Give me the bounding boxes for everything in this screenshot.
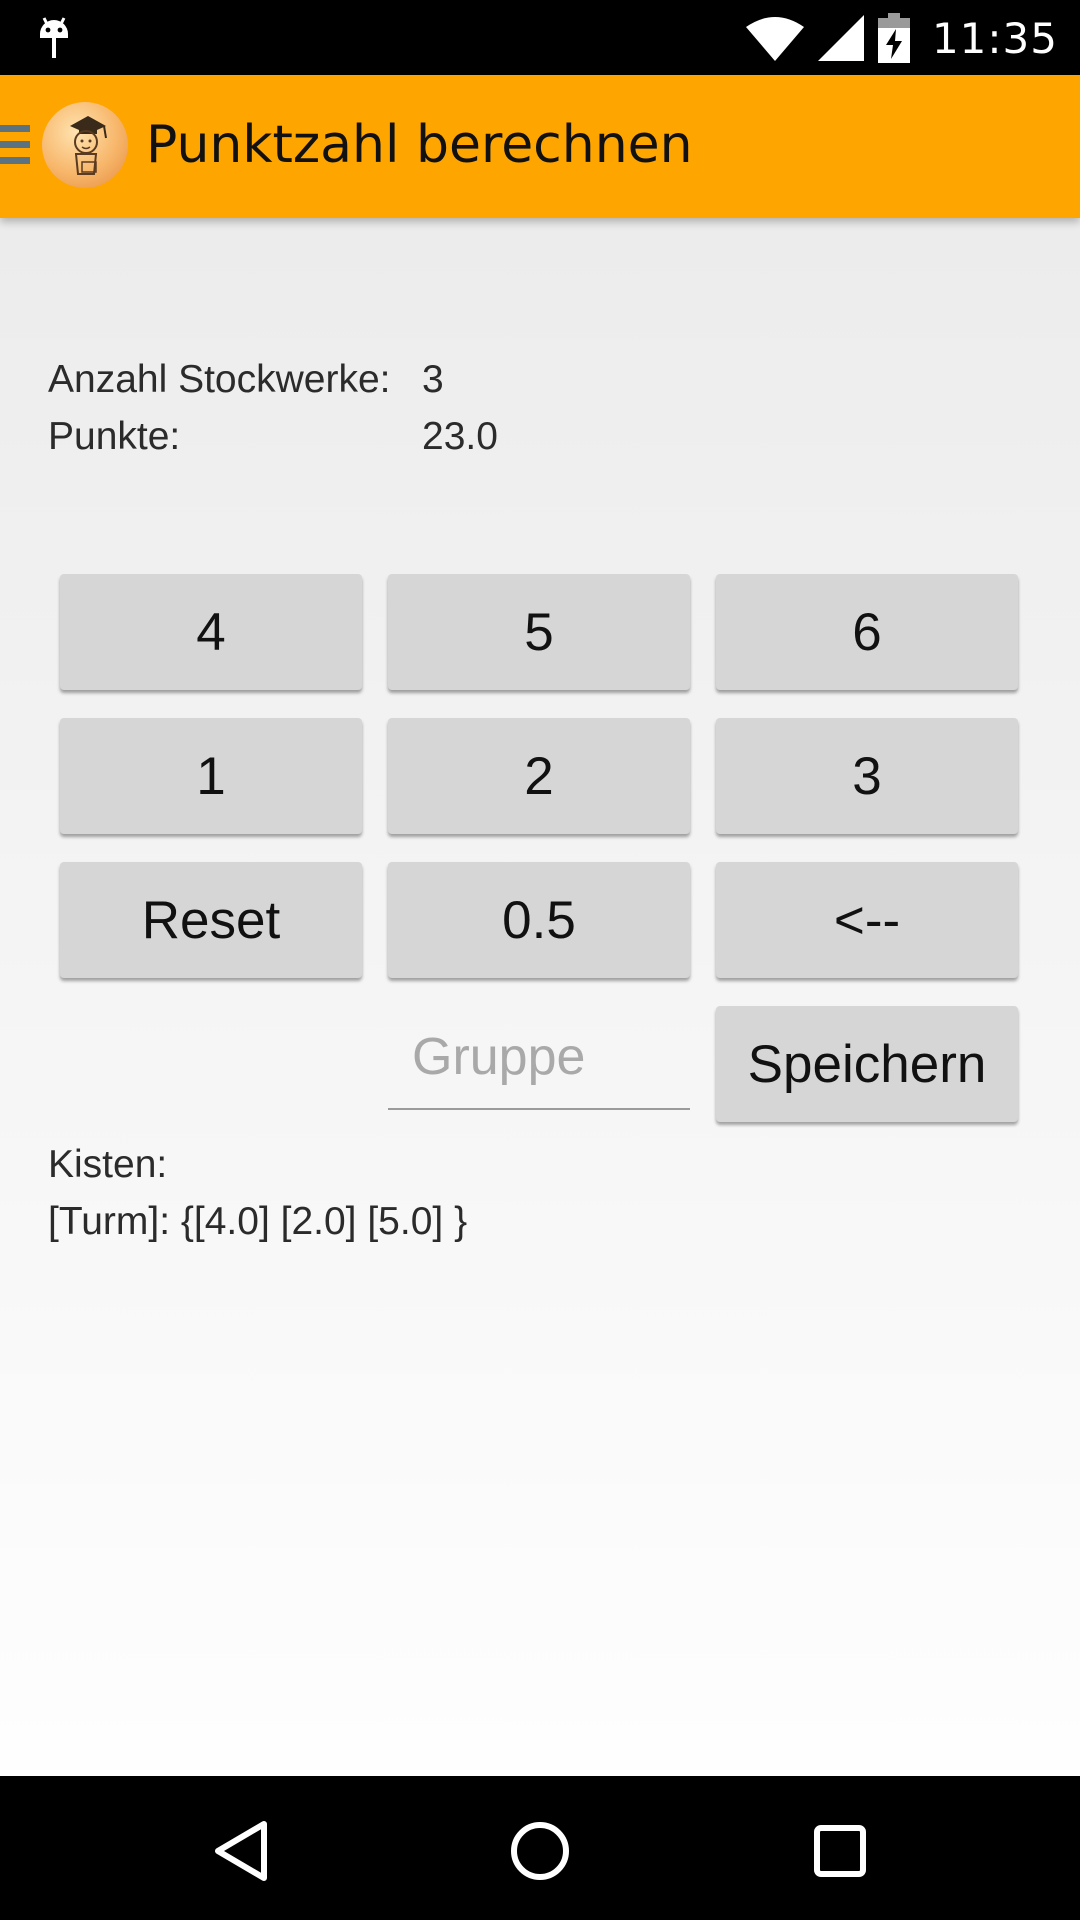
status-bar: 11:35 [0, 0, 1080, 75]
key-5-button[interactable]: 5 [388, 574, 690, 690]
floors-label: Anzahl Stockwerke: [48, 358, 391, 401]
points-value: 23.0 [422, 415, 498, 458]
boxes-list: [Turm]: {[4.0] [2.0] [5.0] } [48, 1200, 468, 1243]
key-1-button[interactable]: 1 [60, 718, 362, 834]
navigation-bar [0, 1776, 1080, 1920]
reset-button[interactable]: Reset [60, 862, 362, 978]
battery-charging-icon [877, 13, 910, 63]
wifi-icon [745, 17, 804, 61]
half-point-button[interactable]: 0.5 [388, 862, 690, 978]
points-label: Punkte: [48, 415, 181, 458]
floors-row: Anzahl Stockwerke: 3 [48, 358, 444, 402]
floors-value: 3 [422, 358, 444, 401]
signal-icon [817, 15, 864, 61]
points-row: Punkte: 23.0 [48, 415, 498, 459]
key-2-button[interactable]: 2 [388, 718, 690, 834]
clock: 11:35 [931, 13, 1058, 63]
action-bar: Punktzahl berechnen [0, 75, 1080, 218]
key-6-button[interactable]: 6 [716, 574, 1018, 690]
save-button[interactable]: Speichern [716, 1006, 1018, 1122]
back-nav-icon[interactable] [206, 1816, 276, 1886]
backspace-button[interactable]: <-- [716, 862, 1018, 978]
drawer-menu-icon[interactable] [0, 125, 30, 169]
boxes-label: Kisten: [48, 1143, 168, 1186]
page-title: Punktzahl berechnen [146, 115, 693, 175]
main-content: Anzahl Stockwerke: 3 Punkte: 23.0 4 5 6 … [0, 218, 1080, 1776]
home-nav-icon[interactable] [505, 1816, 575, 1886]
android-debug-icon [40, 17, 68, 58]
key-4-button[interactable]: 4 [60, 574, 362, 690]
group-input[interactable] [388, 1006, 690, 1110]
app-logo[interactable] [42, 102, 128, 188]
group-field-wrapper [388, 1006, 690, 1112]
key-3-button[interactable]: 3 [716, 718, 1018, 834]
recents-nav-icon[interactable] [805, 1816, 875, 1886]
